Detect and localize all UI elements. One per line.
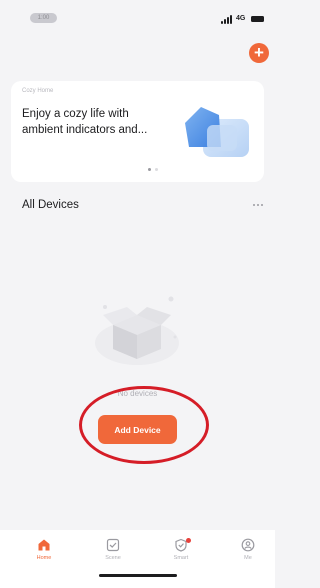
banner-text: Enjoy a cozy life with ambient indicator… — [22, 108, 148, 136]
cozy-home-banner[interactable]: Cozy Home Enjoy a cozy life with ambient… — [11, 81, 264, 182]
carousel-dots — [148, 168, 158, 171]
tab-label: Home — [36, 555, 52, 561]
more-icon[interactable] — [253, 204, 267, 208]
tab-scene[interactable]: Scene — [93, 538, 133, 570]
add-icon[interactable]: + — [249, 43, 269, 63]
tab-label: Me — [244, 555, 252, 561]
status-bar: 1:00 4G — [0, 0, 275, 36]
empty-box-illustration — [95, 296, 179, 365]
profile-icon — [241, 538, 255, 552]
annotation-circle — [79, 386, 209, 464]
status-time: 1:00 — [30, 13, 57, 23]
ambient-light-illustration — [185, 107, 249, 157]
banner-kicker: Cozy Home — [22, 88, 54, 94]
tab-bar: Home Scene Smart Me — [0, 530, 275, 588]
network-type: 4G — [236, 15, 246, 22]
home-icon — [38, 539, 50, 551]
battery-icon — [251, 16, 264, 22]
tab-label: Smart — [173, 555, 189, 561]
tab-me[interactable]: Me — [228, 538, 268, 570]
checkbox-icon — [106, 538, 120, 552]
signal-icon — [221, 14, 232, 24]
notification-dot — [186, 538, 191, 543]
tab-smart[interactable]: Smart — [161, 538, 201, 570]
tab-label: Scene — [105, 555, 121, 561]
home-indicator — [99, 574, 177, 577]
tab-home[interactable]: Home — [24, 538, 64, 570]
section-title: All Devices — [22, 199, 79, 211]
